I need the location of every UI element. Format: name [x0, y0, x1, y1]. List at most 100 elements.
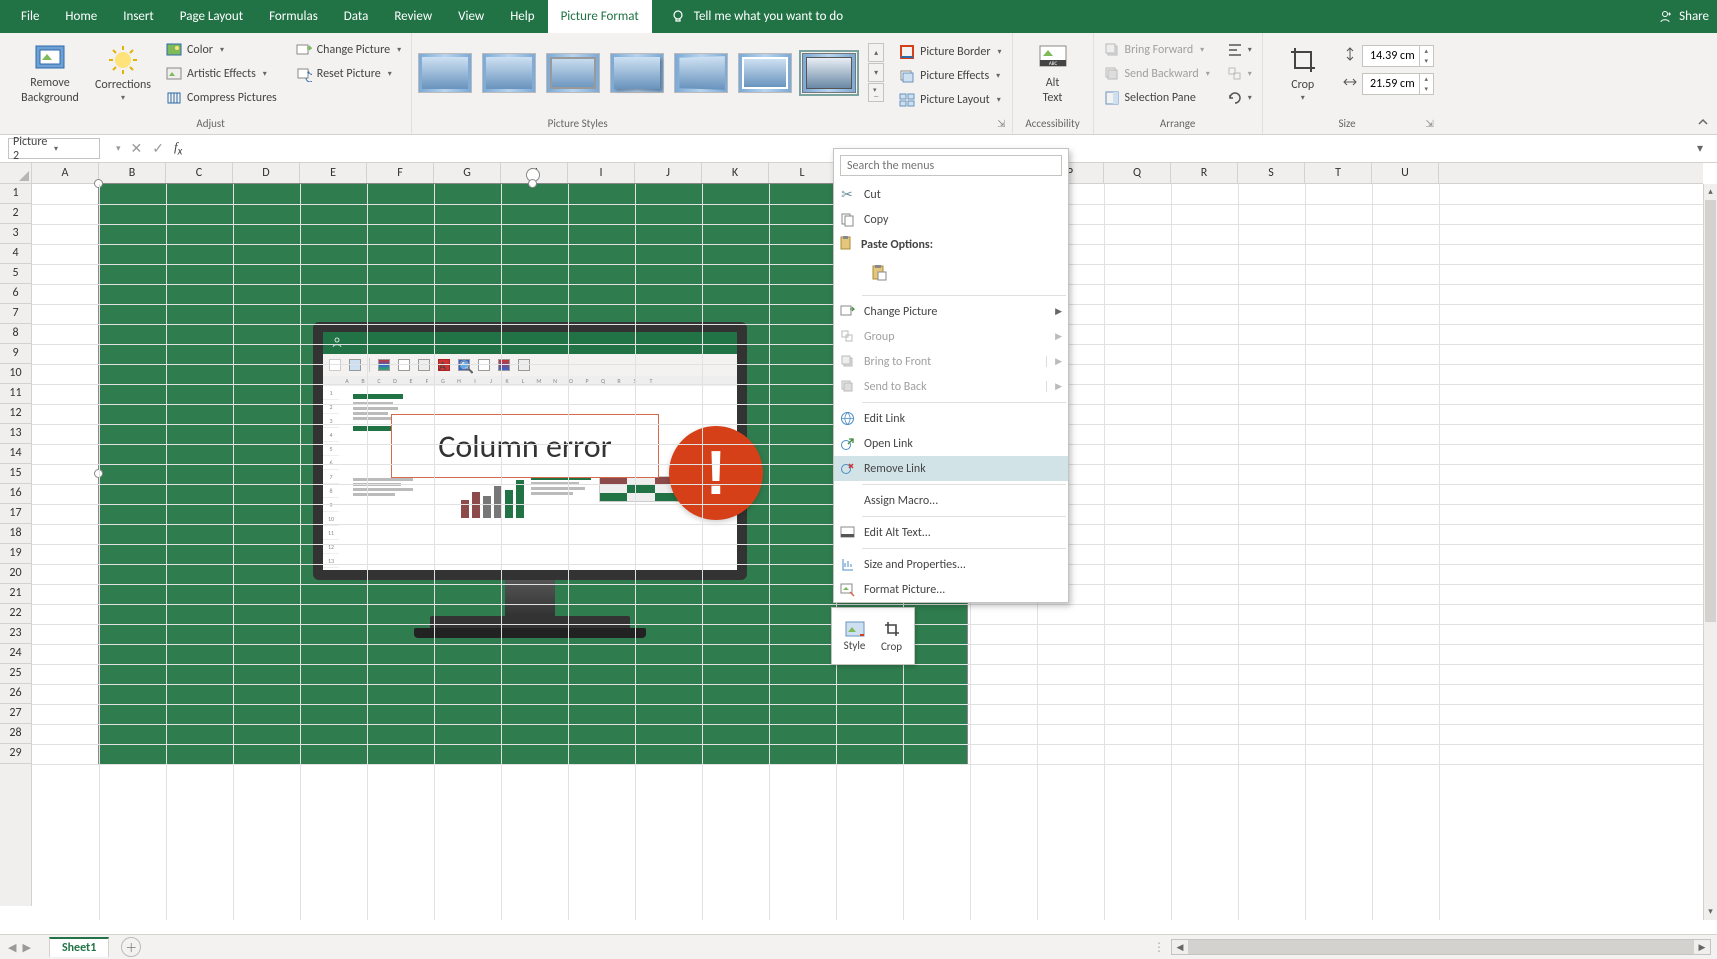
- scroll-up-button[interactable]: ▴: [1704, 184, 1717, 200]
- col-header-D[interactable]: D: [233, 163, 300, 183]
- col-header-K[interactable]: K: [702, 163, 769, 183]
- row-header-12[interactable]: 12: [0, 404, 31, 424]
- mini-style-button[interactable]: Style: [836, 612, 873, 660]
- enter-button[interactable]: ✓: [152, 140, 164, 157]
- scroll-left-button[interactable]: ◀: [1172, 940, 1188, 954]
- reset-picture-button[interactable]: Reset Picture▾: [292, 63, 405, 85]
- height-field[interactable]: [1363, 49, 1419, 63]
- col-header-F[interactable]: F: [367, 163, 434, 183]
- row-header-20[interactable]: 20: [0, 564, 31, 584]
- name-box[interactable]: Picture 2▾: [8, 138, 100, 159]
- style-thumb-1[interactable]: [418, 53, 472, 93]
- picture-border-button[interactable]: Picture Border▾: [895, 41, 1005, 63]
- col-header-T[interactable]: T: [1305, 163, 1372, 183]
- tab-insert[interactable]: Insert: [110, 0, 167, 33]
- ctx-change-picture[interactable]: Change Picture▶: [834, 299, 1068, 324]
- row-header-9[interactable]: 9: [0, 344, 31, 364]
- row-header-2[interactable]: 2: [0, 204, 31, 224]
- cancel-button[interactable]: ✕: [131, 140, 143, 157]
- col-header-S[interactable]: S: [1238, 163, 1305, 183]
- tab-view[interactable]: View: [445, 0, 497, 33]
- row-header-13[interactable]: 13: [0, 424, 31, 444]
- compress-pictures-button[interactable]: Compress Pictures: [162, 87, 281, 109]
- style-thumb-3[interactable]: [546, 53, 600, 93]
- expand-formula-bar[interactable]: ▾: [1691, 141, 1709, 156]
- vertical-scrollbar[interactable]: ▴ ▾: [1703, 184, 1717, 920]
- row-header-10[interactable]: 10: [0, 364, 31, 384]
- change-picture-button[interactable]: Change Picture▾: [292, 39, 405, 61]
- artistic-effects-button[interactable]: Artistic Effects▾: [162, 63, 281, 85]
- style-thumb-4[interactable]: [610, 53, 664, 93]
- tab-scroll-split[interactable]: ⋮: [1153, 940, 1165, 955]
- ctx-open-link[interactable]: Open Link: [834, 431, 1068, 456]
- col-header-C[interactable]: C: [166, 163, 233, 183]
- ctx-edit-link[interactable]: Edit Link: [834, 406, 1068, 431]
- share-button[interactable]: Share: [1657, 9, 1709, 25]
- height-up[interactable]: ▴: [1419, 46, 1433, 56]
- ctx-assign-macro[interactable]: Assign Macro...: [834, 488, 1068, 513]
- row-header-22[interactable]: 22: [0, 604, 31, 624]
- col-header-R[interactable]: R: [1171, 163, 1238, 183]
- row-header-19[interactable]: 19: [0, 544, 31, 564]
- row-header-23[interactable]: 23: [0, 624, 31, 644]
- row-header-15[interactable]: 15: [0, 464, 31, 484]
- tab-home[interactable]: Home: [52, 0, 110, 33]
- col-header-L[interactable]: L: [769, 163, 836, 183]
- col-header-E[interactable]: E: [300, 163, 367, 183]
- menu-search-input[interactable]: [840, 155, 1062, 176]
- gallery-up-button[interactable]: ▴: [868, 43, 884, 62]
- tab-data[interactable]: Data: [331, 0, 382, 33]
- col-header-Q[interactable]: Q: [1104, 163, 1171, 183]
- style-thumb-6[interactable]: [738, 53, 792, 93]
- style-thumb-7[interactable]: [802, 53, 856, 93]
- tab-file[interactable]: File: [8, 0, 52, 33]
- sheet-tab-1[interactable]: Sheet1: [49, 937, 109, 957]
- vscroll-thumb[interactable]: [1705, 200, 1716, 622]
- row-header-21[interactable]: 21: [0, 584, 31, 604]
- row-header-16[interactable]: 16: [0, 484, 31, 504]
- ctx-remove-link[interactable]: Remove Link: [834, 456, 1068, 481]
- tab-formulas[interactable]: Formulas: [256, 0, 331, 33]
- tab-picture-format[interactable]: Picture Format: [548, 0, 652, 33]
- row-header-3[interactable]: 3: [0, 224, 31, 244]
- tab-help[interactable]: Help: [497, 0, 547, 33]
- col-header-B[interactable]: B: [99, 163, 166, 183]
- align-button[interactable]: ▾: [1223, 39, 1256, 61]
- chevron-down-icon[interactable]: ▾: [54, 144, 95, 154]
- height-input[interactable]: ▴▾: [1362, 45, 1434, 67]
- ctx-format-picture[interactable]: Format Picture...: [834, 577, 1068, 602]
- style-thumb-2[interactable]: [482, 53, 536, 93]
- row-header-1[interactable]: 1: [0, 184, 31, 204]
- ctx-copy[interactable]: Copy: [834, 207, 1068, 232]
- sheet-nav-prev[interactable]: ◀: [6, 939, 18, 956]
- height-down[interactable]: ▾: [1419, 56, 1433, 66]
- fx-icon[interactable]: fx: [174, 139, 182, 158]
- col-header-J[interactable]: J: [635, 163, 702, 183]
- col-header-U[interactable]: U: [1372, 163, 1439, 183]
- row-header-18[interactable]: 18: [0, 524, 31, 544]
- resize-handle-n[interactable]: [528, 179, 537, 188]
- picture-effects-button[interactable]: Picture Effects▾: [895, 65, 1005, 87]
- tab-page-layout[interactable]: Page Layout: [167, 0, 256, 33]
- row-header-25[interactable]: 25: [0, 664, 31, 684]
- hscroll-thumb[interactable]: [1188, 940, 1694, 954]
- scroll-right-button[interactable]: ▶: [1694, 940, 1710, 954]
- corrections-button[interactable]: Corrections ▾: [89, 37, 157, 109]
- selection-pane-button[interactable]: Selection Pane: [1100, 87, 1214, 109]
- ctx-size-properties[interactable]: Size and Properties...: [834, 552, 1068, 577]
- row-header-7[interactable]: 7: [0, 304, 31, 324]
- sheet-nav-next[interactable]: ▶: [20, 939, 32, 956]
- row-header-29[interactable]: 29: [0, 744, 31, 764]
- rotate-button[interactable]: ▾: [1223, 87, 1256, 109]
- scroll-down-button[interactable]: ▾: [1704, 904, 1717, 920]
- row-header-27[interactable]: 27: [0, 704, 31, 724]
- row-header-11[interactable]: 11: [0, 384, 31, 404]
- crop-button[interactable]: Crop ▾: [1269, 37, 1337, 109]
- row-header-6[interactable]: 6: [0, 284, 31, 304]
- paste-option-button[interactable]: [866, 260, 892, 286]
- ctx-cut[interactable]: ✂Cut: [834, 182, 1068, 207]
- width-down[interactable]: ▾: [1419, 84, 1433, 94]
- horizontal-scrollbar[interactable]: ◀ ▶: [1171, 939, 1711, 955]
- row-header-4[interactable]: 4: [0, 244, 31, 264]
- formula-dropdown[interactable]: ▾: [116, 143, 121, 154]
